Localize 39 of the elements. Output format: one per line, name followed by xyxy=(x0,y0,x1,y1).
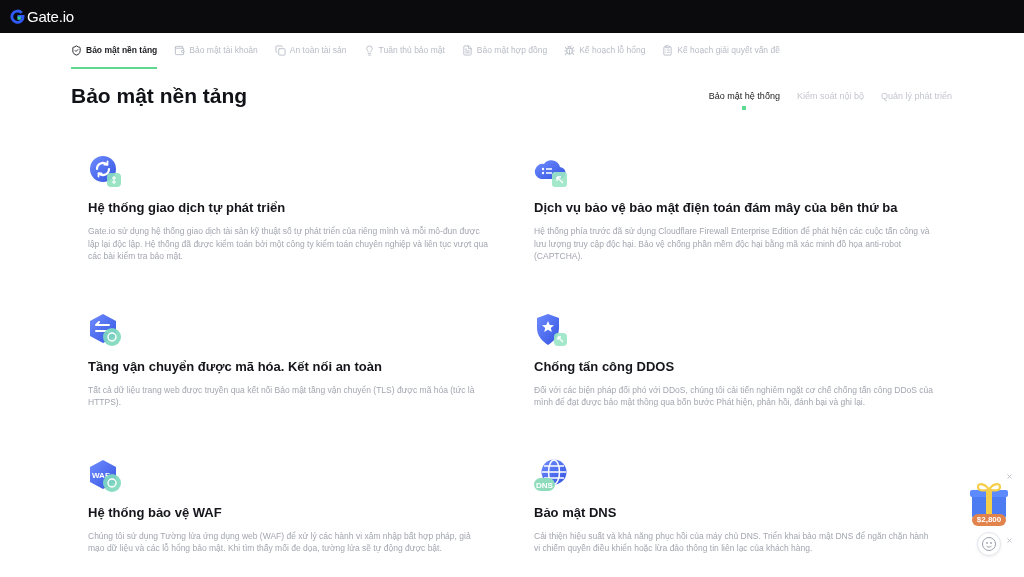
shield-star-icon xyxy=(534,312,568,347)
close-icon[interactable] xyxy=(1007,538,1012,543)
lightbulb-icon xyxy=(363,45,375,56)
hexagon-arrows-icon xyxy=(88,312,122,347)
logo-icon[interactable] xyxy=(10,9,25,24)
nav-tab[interactable]: An toàn tài sản xyxy=(274,33,347,69)
feature-title: Hệ thống giao dịch tự phát triển xyxy=(88,199,286,217)
page-title: Bảo mật nền tảng xyxy=(71,83,248,109)
circular-arrows-icon xyxy=(88,154,122,188)
sub-tab[interactable]: Bảo mật hệ thống xyxy=(708,90,780,110)
close-icon[interactable] xyxy=(1007,474,1012,479)
feature-title: Tầng vận chuyển được mã hóa. Kết nối an toàn xyxy=(88,357,382,376)
feature-title: Bảo mật DNS xyxy=(534,503,617,522)
reward-badge[interactable]: $2,800 xyxy=(971,514,1007,526)
feature-description: Đối với các biện pháp đối phó với DDoS, chúng tôi cải tiến nghiêm ngặt cơ chế chống tấn công DDoS của mình để đạt được bảo mật thông qua bốn bước Phát hiện, phản hồi, đánh bại và ghi lại. xyxy=(534,383,934,409)
nav-tab[interactable]: Bảo mật hợp đồng xyxy=(461,33,548,69)
nav-tab[interactable]: Bảo mật tài khoản xyxy=(174,33,258,69)
documents-icon xyxy=(274,45,286,56)
chat-button[interactable] xyxy=(977,532,1001,556)
shield-check-icon xyxy=(71,45,82,56)
nav-tab[interactable]: Bảo mật nền tảng xyxy=(71,33,158,69)
feature-title: Hệ thống bảo vệ WAF xyxy=(88,503,222,522)
feature-description: Gate.io sử dụng hệ thống giao dịch tài sản kỹ thuật số tự phát triển của riêng mình và mỗi mô-đun được lập lại độc lập. Hệ thống đã được kiểm toán bởi một công ty kiểm toán chuyên nghiệp và liên tục vượt qua các bài kiểm tra bảo mật. xyxy=(88,225,488,263)
wallet-icon xyxy=(174,45,186,56)
feature-description: Hệ thống phía trước đã sử dụng Cloudflare Firewall Enterprise Edition để phát hiện các cuộc tấn công và lưu lượng truy cập độc hại. Bảo vệ chống phần mềm độc hại bằng mã xác minh đồ họa anti-robot (CAPTCHA). xyxy=(534,225,931,263)
logo-text[interactable]: Gate.io xyxy=(27,8,74,25)
feature-description: Tất cả dữ liệu trang web được truyền qua kết nối Bảo mật tầng vận chuyển (TLS) được mã hóa (tức là HTTPS). xyxy=(88,383,476,409)
feature-description: Chúng tôi sử dụng Tường lửa ứng dụng web (WAF) để xử lý các hành vi xâm nhập bất hợp pháp, giả mạo dữ liệu và các lỗ hổng bảo mật. Khi tìm thấy mối đe dọa, tường lửa sẽ tự động được bật. xyxy=(88,529,472,555)
nav-tab[interactable]: Kế hoạch lỗ hổng xyxy=(564,33,646,69)
document-icon xyxy=(461,45,473,56)
smiley-face-icon xyxy=(981,536,997,552)
nav-tab[interactable]: Kế hoạch giải quyết vấn đề xyxy=(662,33,780,69)
bug-icon xyxy=(564,45,576,56)
gift-box-icon[interactable] xyxy=(968,480,1010,518)
feature-title: Dịch vụ bảo vệ bảo mật điện toán đám mây của bên thứ ba xyxy=(534,199,898,217)
clipboard-icon xyxy=(662,45,674,56)
feature-description: Cải thiện hiệu suất và khả năng phục hồi của máy chủ DNS. Triển khai bảo mật DNS để ngăn chặn hành vi chiếm quyền điều khiển hoặc lừa đảo thông tin liên lạc của khách hàng. xyxy=(534,529,930,555)
feature-title: Chống tấn công DDOS xyxy=(534,357,675,376)
nav-tab[interactable]: Tuân thủ bảo mật xyxy=(363,33,445,69)
